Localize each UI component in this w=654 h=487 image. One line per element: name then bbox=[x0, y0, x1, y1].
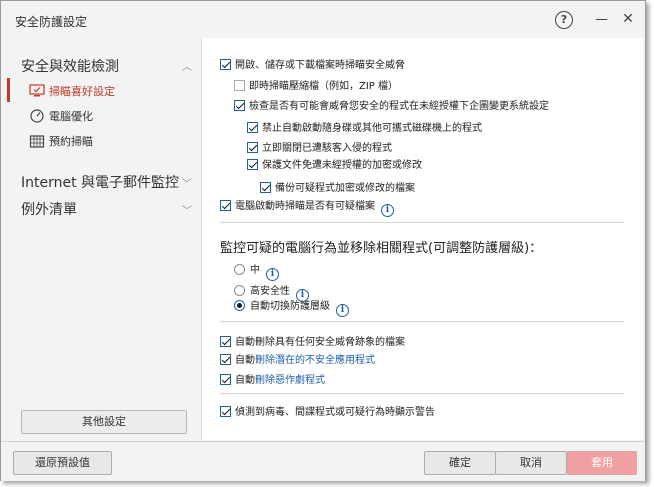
option-label: 偵測到病毒、間諜程式或可疑行為時顯示警告 bbox=[235, 407, 435, 418]
option-label: 即時掃瞄壓縮檔（例如，ZIP 檔） bbox=[249, 81, 399, 92]
checkbox-check-unauthorized[interactable] bbox=[234, 100, 245, 111]
level-label: 自動切換防護層級 bbox=[250, 301, 330, 312]
option-show-warning[interactable]: 偵測到病毒、間諜程式或可疑行為時顯示警告 bbox=[220, 403, 435, 418]
option-label: 保護文件免遭未經授權的加密或修改 bbox=[262, 160, 422, 171]
sidebar-category-label: 安全與效能檢測 bbox=[21, 59, 119, 75]
minimize-icon bbox=[595, 18, 607, 21]
chevron-down-icon[interactable]: ﹀ bbox=[182, 202, 192, 217]
checkbox-backup-docs[interactable] bbox=[260, 182, 271, 193]
option-delete-threat-files[interactable]: 自動刪除具有任何安全威脅跡象的檔案 bbox=[220, 333, 405, 348]
chevron-up-icon[interactable]: ︿ bbox=[182, 58, 192, 73]
option-close-malware[interactable]: 立即關閉已遭駭客入侵的程式 bbox=[247, 139, 392, 154]
divider bbox=[220, 393, 624, 394]
level-auto[interactable]: 自動切換防護層級 i bbox=[234, 297, 349, 317]
level-medium[interactable]: 中i bbox=[234, 261, 279, 281]
monitor-check-icon bbox=[29, 84, 45, 97]
gauge-icon bbox=[30, 109, 44, 123]
option-label: 備份可疑程式加密或修改的檔案 bbox=[275, 183, 415, 194]
sidebar-item-label: 電腦優化 bbox=[49, 110, 93, 123]
option-backup-docs[interactable]: 備份可疑程式加密或修改的檔案 bbox=[260, 179, 415, 194]
sidebar-item-scheduled-scan[interactable]: 預約掃瞄 bbox=[29, 133, 93, 149]
divider bbox=[220, 222, 624, 223]
level-label: 高安全性 bbox=[250, 286, 290, 297]
button-bar: 還原預設值 確定 取消 套用 bbox=[1, 441, 645, 481]
active-indicator bbox=[7, 78, 10, 102]
radio-level-auto[interactable] bbox=[234, 300, 245, 311]
sidebar: 安全與效能檢測 ︿ 掃瞄喜好設定 電腦優化 預約掃瞄 Internet 與電子郵… bbox=[7, 38, 201, 440]
option-check-unauthorized[interactable]: 檢查是否有可能會威脅您安全的程式在未經授權下企圖變更系統設定 bbox=[234, 97, 549, 112]
sidebar-category-internet[interactable]: Internet 與電子郵件監控 bbox=[21, 172, 179, 192]
option-scan-on-open[interactable]: 開啟、儲存或下載檔案時掃瞄安全威脅 bbox=[220, 56, 405, 71]
checkbox-delete-pua[interactable] bbox=[220, 354, 231, 365]
minimize-button[interactable] bbox=[591, 9, 611, 29]
close-button[interactable]: ✕ bbox=[618, 9, 638, 29]
info-icon[interactable]: i bbox=[266, 268, 279, 281]
divider bbox=[220, 321, 624, 322]
option-label: 電腦啟動時掃瞄是否有可疑檔案 bbox=[235, 201, 375, 212]
restore-defaults-button[interactable]: 還原預設值 bbox=[13, 451, 112, 475]
checkbox-delete-threat-files[interactable] bbox=[220, 336, 231, 347]
settings-window: 安全防護設定 ? ✕ 安全與效能檢測 ︿ 掃瞄喜好設定 電腦優化 預約掃瞄 In… bbox=[0, 0, 646, 481]
option-label: 禁止自動啟動隨身碟或其他可攜式磁碟機上的程式 bbox=[262, 123, 482, 134]
option-scan-on-boot[interactable]: 電腦啟動時掃瞄是否有可疑檔案 i bbox=[220, 197, 394, 217]
close-icon: ✕ bbox=[622, 11, 634, 27]
title-bar: 安全防護設定 ? ✕ bbox=[1, 1, 645, 37]
sidebar-category-label: Internet 與電子郵件監控 bbox=[21, 175, 180, 191]
ok-button[interactable]: 確定 bbox=[424, 451, 496, 475]
sidebar-item-label: 掃瞄喜好設定 bbox=[49, 85, 115, 98]
pua-link[interactable]: 刪除潛在的不安全應用程式 bbox=[255, 355, 375, 366]
help-icon: ? bbox=[555, 11, 573, 29]
window-title: 安全防護設定 bbox=[15, 15, 88, 29]
checkbox-scan-on-boot[interactable] bbox=[220, 200, 231, 211]
checkbox-show-warning[interactable] bbox=[220, 406, 231, 417]
sidebar-item-pc-tuning[interactable]: 電腦優化 bbox=[29, 108, 93, 124]
radio-level-medium[interactable] bbox=[234, 264, 245, 275]
checkbox-close-malware[interactable] bbox=[247, 142, 258, 153]
other-settings-button[interactable]: 其他設定 bbox=[21, 410, 187, 434]
info-icon[interactable]: i bbox=[381, 204, 394, 217]
option-label: 自動刪除具有任何安全威脅跡象的檔案 bbox=[235, 337, 405, 348]
option-label: 檢查是否有可能會威脅您安全的程式在未經授權下企圖變更系統設定 bbox=[249, 101, 549, 112]
option-scan-zip[interactable]: 即時掃瞄壓縮檔（例如，ZIP 檔） bbox=[234, 77, 398, 92]
checkbox-block-autorun[interactable] bbox=[247, 122, 258, 133]
chevron-down-icon[interactable]: ﹀ bbox=[182, 175, 192, 190]
checkbox-protect-docs[interactable] bbox=[247, 159, 258, 170]
sidebar-category-scan[interactable]: 安全與效能檢測 bbox=[21, 56, 119, 76]
option-label: 自動 bbox=[235, 355, 255, 366]
sidebar-item-scan-preferences[interactable]: 掃瞄喜好設定 bbox=[29, 83, 115, 99]
settings-panel: 開啟、儲存或下載檔案時掃瞄安全威脅 即時掃瞄壓縮檔（例如，ZIP 檔） 檢查是否… bbox=[201, 38, 643, 440]
apply-button[interactable]: 套用 bbox=[567, 451, 637, 475]
option-label: 自動 bbox=[235, 375, 255, 386]
checkbox-delete-joke[interactable] bbox=[220, 374, 231, 385]
help-button[interactable]: ? bbox=[554, 9, 574, 29]
option-delete-pua[interactable]: 自動刪除潛在的不安全應用程式 bbox=[220, 351, 375, 366]
calendar-icon bbox=[29, 135, 45, 148]
option-label: 開啟、儲存或下載檔案時掃瞄安全威脅 bbox=[235, 60, 405, 71]
sidebar-category-exceptions[interactable]: 例外清單 bbox=[21, 199, 77, 219]
option-protect-docs[interactable]: 保護文件免遭未經授權的加密或修改 bbox=[247, 156, 422, 171]
cancel-button[interactable]: 取消 bbox=[495, 451, 567, 475]
checkbox-scan-zip[interactable] bbox=[234, 80, 245, 91]
joke-program-link[interactable]: 刪除惡作劇程式 bbox=[255, 375, 325, 386]
behavior-section-title: 監控可疑的電腦行為並移除相關程式(可調整防護層級)： bbox=[220, 241, 543, 256]
level-label: 中 bbox=[250, 265, 260, 276]
radio-level-high[interactable] bbox=[234, 285, 245, 296]
checkbox-scan-on-open[interactable] bbox=[220, 59, 231, 70]
sidebar-category-label: 例外清單 bbox=[21, 202, 77, 218]
option-label: 立即關閉已遭駭客入侵的程式 bbox=[262, 143, 392, 154]
info-icon[interactable]: i bbox=[336, 304, 349, 317]
sidebar-item-label: 預約掃瞄 bbox=[49, 135, 93, 148]
option-block-autorun[interactable]: 禁止自動啟動隨身碟或其他可攜式磁碟機上的程式 bbox=[247, 119, 482, 134]
option-delete-joke[interactable]: 自動刪除惡作劇程式 bbox=[220, 371, 325, 386]
